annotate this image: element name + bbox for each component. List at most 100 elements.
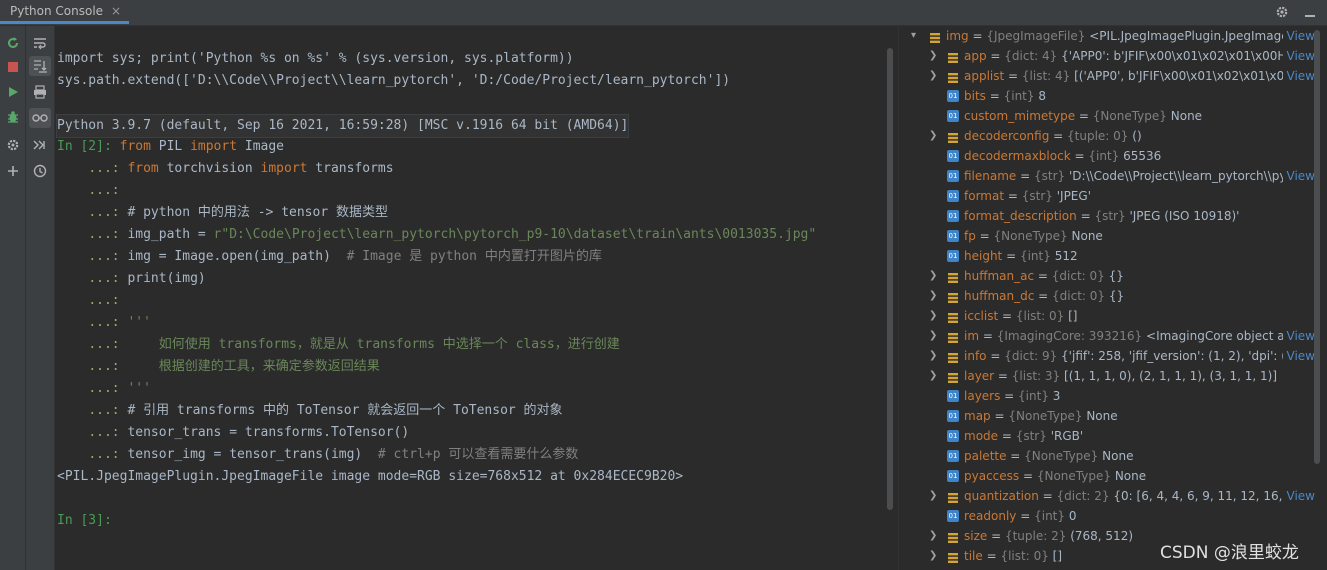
variable-value: 512	[1054, 249, 1078, 263]
variable-row[interactable]: 01 pyaccess = {NoneType} None	[899, 466, 1315, 486]
variable-row[interactable]: ❯ huffman_dc = {dict: 0} {}	[899, 286, 1315, 306]
variable-type: {NoneType}	[1008, 409, 1083, 423]
variable-name: format_description	[964, 209, 1077, 223]
variable-name: bits	[964, 89, 986, 103]
view-link[interactable]: View	[1282, 486, 1315, 506]
chevron-right-icon[interactable]: ❯	[929, 526, 939, 546]
variable-entry: format = {str} 'JPEG'	[964, 189, 1091, 203]
history-icon[interactable]	[31, 162, 49, 180]
keyword: import	[260, 161, 308, 176]
variable-row[interactable]: ❯ icclist = {list: 0} []	[899, 306, 1315, 326]
chevron-right-icon[interactable]: ❯	[929, 46, 939, 66]
primitive-icon: 01	[947, 150, 959, 162]
view-link[interactable]: View	[1282, 26, 1315, 46]
console-line: ...: # python 中的用法 -> tensor 数据类型	[57, 202, 388, 224]
variable-row[interactable]: ❯ huffman_ac = {dict: 0} {}	[899, 266, 1315, 286]
view-link[interactable]: View	[1282, 326, 1315, 346]
variable-entry: applist = {list: 4} [('APP0', b'JFIF\x00…	[964, 69, 1315, 83]
chevron-right-icon[interactable]: ❯	[929, 286, 939, 306]
variable-row[interactable]: 01 format = {str} 'JPEG'	[899, 186, 1315, 206]
chevron-right-icon[interactable]: ❯	[929, 266, 939, 286]
soft-wrap-icon[interactable]	[31, 34, 49, 52]
variable-name: layer	[964, 369, 995, 383]
variable-row[interactable]: 01 custom_mimetype = {NoneType} None	[899, 106, 1315, 126]
code-text: tensor_img = tensor_trans(img)	[119, 447, 378, 462]
variable-row[interactable]: 01 format_description = {str} 'JPEG (ISO …	[899, 206, 1315, 226]
show-variables-icon[interactable]	[29, 108, 51, 128]
variable-row[interactable]: ▾ img = {JpegImageFile} <PIL.JpegImagePlu…	[899, 26, 1315, 46]
minimize-icon[interactable]	[1302, 4, 1318, 20]
variable-row[interactable]: 01 height = {int} 512	[899, 246, 1315, 266]
variable-row[interactable]: 01 fp = {NoneType} None	[899, 226, 1315, 246]
variable-row[interactable]: 01 layers = {int} 3	[899, 386, 1315, 406]
tab-python-console[interactable]: Python Console ×	[0, 0, 130, 24]
variable-row[interactable]: 01 decodermaxblock = {int} 65536	[899, 146, 1315, 166]
chevron-right-icon[interactable]: ❯	[929, 126, 939, 146]
gear-icon[interactable]	[1274, 4, 1290, 20]
continuation-prompt: ...:	[88, 315, 120, 330]
variable-row[interactable]: ❯ layer = {list: 3} [(1, 1, 1, 0), (2, 1,…	[899, 366, 1315, 386]
variable-row[interactable]: ❯ decoderconfig = {tuple: 0} ()	[899, 126, 1315, 146]
chevron-right-icon[interactable]: ❯	[929, 326, 939, 346]
console-line: ...: '''	[57, 378, 151, 400]
variable-row[interactable]: 01 readonly = {int} 0	[899, 506, 1315, 526]
variable-row[interactable]: ❯ im = {ImagingCore: 393216} <ImagingCore…	[899, 326, 1315, 346]
chevron-down-icon[interactable]: ▾	[911, 26, 921, 46]
variable-value: 3	[1052, 389, 1061, 403]
primitive-icon: 01	[947, 250, 959, 262]
collection-icon	[947, 490, 959, 503]
variable-entry: bits = {int} 8	[964, 89, 1046, 103]
variable-row[interactable]: 01 map = {NoneType} None	[899, 406, 1315, 426]
variable-value: 'JPEG (ISO 10918)'	[1129, 209, 1240, 223]
variable-type: {NoneType}	[1036, 469, 1111, 483]
view-link[interactable]: View	[1282, 46, 1315, 66]
close-icon[interactable]: ×	[111, 4, 121, 18]
rerun-icon[interactable]	[4, 34, 22, 52]
console-output[interactable]: import sys; print('Python %s on %s' % (s…	[55, 26, 897, 570]
print-icon[interactable]	[31, 83, 49, 101]
variable-row[interactable]: ❯ applist = {list: 4} [('APP0', b'JFIF\x0…	[899, 66, 1315, 86]
variable-row[interactable]: 01 bits = {int} 8	[899, 86, 1315, 106]
debug-icon[interactable]	[4, 108, 22, 126]
command-queue-icon[interactable]	[31, 136, 49, 154]
chevron-right-icon[interactable]: ❯	[929, 486, 939, 506]
primitive-icon: 01	[947, 170, 959, 182]
variable-entry: huffman_dc = {dict: 0} {}	[964, 289, 1125, 303]
console-line: ...:	[57, 180, 119, 202]
variable-type: {list: 0}	[1015, 309, 1065, 323]
variable-row[interactable]: 01 filename = {str} 'D:\\Code\\Project\\l…	[899, 166, 1315, 186]
keyword: from	[119, 139, 151, 154]
watermark: CSDN @浪里蛟龙	[1160, 543, 1299, 563]
chevron-right-icon[interactable]: ❯	[929, 346, 939, 366]
variable-type: {int}	[1019, 249, 1051, 263]
variable-name: layers	[964, 389, 1001, 403]
view-link[interactable]: View	[1282, 346, 1315, 366]
view-link[interactable]: View	[1282, 66, 1315, 86]
variable-row[interactable]: ❯ info = {dict: 9} {'jfif': 258, 'jfif_ve…	[899, 346, 1315, 366]
scroll-to-end-icon[interactable]	[29, 56, 51, 76]
add-icon[interactable]	[4, 162, 22, 180]
variable-name: mode	[964, 429, 999, 443]
console-scrollbar[interactable]	[887, 48, 893, 510]
settings-icon[interactable]	[4, 136, 22, 154]
variable-row[interactable]: ❯ app = {dict: 4} {'APP0': b'JFIF\x00\x01…	[899, 46, 1315, 66]
variable-value: {'jfif': 258, 'jfif_version': (1, 2), 'd…	[1061, 349, 1315, 363]
variable-entry: layer = {list: 3} [(1, 1, 1, 0), (2, 1, …	[964, 369, 1278, 383]
chevron-right-icon[interactable]: ❯	[929, 366, 939, 386]
run-icon[interactable]	[4, 83, 22, 101]
code-text: img_path =	[119, 227, 214, 242]
variable-row[interactable]: 01 mode = {str} 'RGB'	[899, 426, 1315, 446]
chevron-right-icon[interactable]: ❯	[929, 306, 939, 326]
variable-name: applist	[964, 69, 1005, 83]
stop-icon[interactable]	[4, 58, 22, 76]
variable-entry: map = {NoneType} None	[964, 409, 1118, 423]
variable-row[interactable]: ❯ quantization = {dict: 2} {0: [6, 4, 4, …	[899, 486, 1315, 506]
variable-row[interactable]: 01 palette = {NoneType} None	[899, 446, 1315, 466]
variable-name: quantization	[964, 489, 1039, 503]
console-line: ...: 根据创建的工具，来确定参数返回结果	[57, 356, 379, 378]
chevron-right-icon[interactable]: ❯	[929, 66, 939, 86]
variables-scrollbar[interactable]	[1314, 30, 1320, 464]
view-link[interactable]: View	[1282, 166, 1315, 186]
console-line[interactable]: In [3]:	[57, 510, 112, 532]
chevron-right-icon[interactable]: ❯	[929, 546, 939, 566]
